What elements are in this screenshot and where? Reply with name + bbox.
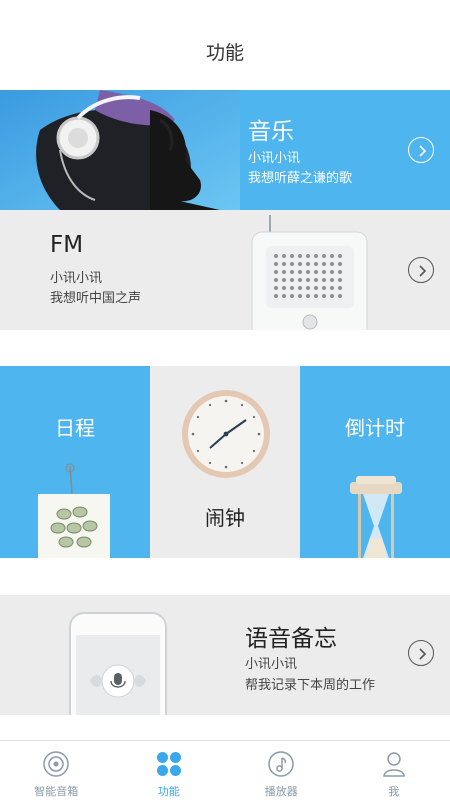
person-icon (382, 752, 405, 777)
music-wake-word: 小讯小讯 (248, 151, 301, 166)
tab-smart-speaker[interactable]: 智能音箱 (0, 741, 113, 800)
phone-illustration (69, 612, 167, 715)
memo-chevron-icon[interactable] (408, 640, 434, 666)
fm-title: FM (50, 232, 84, 258)
feature-tiles: 日程 闹钟 倒计时 (0, 366, 450, 558)
memo-example: 帮我记录下本周的工作 (245, 678, 376, 693)
memo-title: 语音备忘 (245, 626, 337, 652)
fm-chevron-icon[interactable] (408, 257, 434, 283)
music-example: 我想听薛之谦的歌 (248, 171, 353, 186)
calendar-card-illustration (38, 463, 110, 558)
page-title: 功能 (205, 42, 244, 64)
tab-me-label: 我 (388, 785, 400, 798)
tab-features[interactable]: 功能 (113, 741, 226, 800)
music-title: 音乐 (248, 119, 294, 145)
tab-smart-speaker-label: 智能音箱 (34, 785, 79, 798)
memo-wake-word: 小讯小讯 (245, 657, 298, 672)
alarm-tile[interactable]: 闹钟 (150, 366, 300, 558)
music-card[interactable]: 音乐 小讯小讯 我想听薛之谦的歌 (0, 90, 450, 210)
alarm-label: 闹钟 (205, 506, 245, 530)
tab-player-label: 播放器 (264, 785, 298, 798)
countdown-tile[interactable]: 倒计时 (300, 366, 450, 558)
music-chevron-icon[interactable] (408, 137, 434, 163)
radio-illustration (251, 215, 368, 330)
schedule-tile[interactable]: 日程 (0, 366, 150, 558)
hourglass-illustration (350, 476, 402, 558)
tab-me[interactable]: 我 (338, 741, 450, 800)
speaker-icon (43, 751, 69, 777)
header: 功能 (0, 0, 450, 90)
fm-example: 我想听中国之声 (50, 291, 142, 306)
grid-icon (156, 752, 181, 776)
fm-wake-word: 小讯小讯 (50, 271, 103, 286)
tab-player[interactable]: 播放器 (225, 741, 338, 800)
voice-memo-card[interactable]: 语音备忘 小讯小讯 帮我记录下本周的工作 (0, 595, 450, 715)
tab-features-label: 功能 (157, 785, 180, 798)
music-note-icon (268, 751, 294, 777)
fm-card[interactable]: FM 小讯小讯 我想听中国之声 (0, 210, 450, 330)
music-illustration (0, 90, 240, 210)
bottom-tab-bar: 智能音箱 功能 播放器 我 (0, 740, 450, 800)
